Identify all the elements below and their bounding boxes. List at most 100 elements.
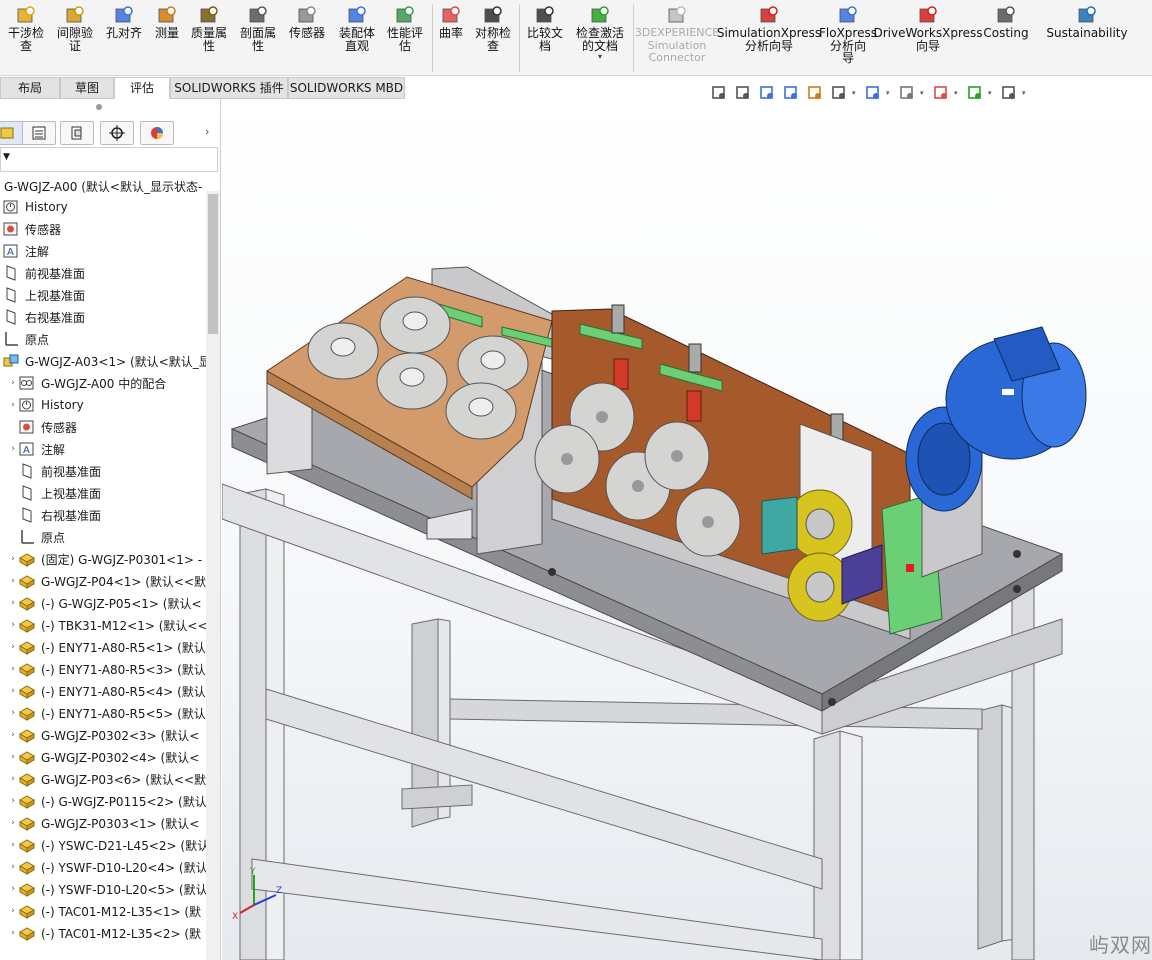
expand-arrow-icon[interactable]: ›	[8, 906, 18, 916]
tree-item[interactable]: › (-) G-WGJZ-P05<1> (默认<	[0, 592, 206, 614]
ribbon-button-costing[interactable]: Costing	[961, 4, 1051, 72]
ribbon-button-driveworksxpress[interactable]: DriveWorksXpress 向导	[873, 4, 983, 72]
expand-arrow-icon[interactable]: ›	[8, 576, 18, 586]
tree-item-label: G-WGJZ-P03<6> (默认<<默	[41, 772, 206, 787]
tree-item[interactable]: › History	[0, 394, 206, 416]
tree-item[interactable]: › (-) ENY71-A80-R5<4> (默认	[0, 680, 206, 702]
chevron-down-icon[interactable]: ▾	[954, 89, 962, 97]
chevron-down-icon[interactable]: ▾	[598, 52, 602, 62]
origin-icon	[18, 528, 36, 546]
tab-3[interactable]: SOLIDWORKS 插件	[170, 77, 288, 99]
tree-item[interactable]: 传感器	[0, 218, 206, 240]
tree-item[interactable]: 传感器	[0, 416, 206, 438]
model-3d-view[interactable]	[222, 99, 1152, 960]
dimxpert-manager-tab[interactable]	[100, 121, 134, 145]
appearance-ball-icon	[151, 127, 163, 139]
expand-arrow-icon[interactable]: ›	[8, 796, 18, 806]
chevron-down-icon[interactable]: ▾	[886, 89, 894, 97]
tree-item[interactable]: 上视基准面	[0, 482, 206, 504]
expand-arrow-icon[interactable]: ›	[8, 598, 18, 608]
tree-item[interactable]: › (固定) G-WGJZ-P0301<1> -	[0, 548, 206, 570]
tab-2[interactable]: 评估	[114, 77, 170, 99]
expand-arrow-icon[interactable]: ›	[8, 444, 18, 454]
tree-item[interactable]: A 注解	[0, 240, 206, 262]
expand-arrow-icon[interactable]: ›	[8, 884, 18, 894]
expand-arrow-icon[interactable]: ›	[8, 840, 18, 850]
tree-item[interactable]: › (-) YSWF-D10-L20<4> (默认	[0, 856, 206, 878]
tree-filter-box[interactable]: ▼	[0, 147, 218, 172]
expand-arrow-icon[interactable]: ›	[8, 554, 18, 564]
tree-item[interactable]: › (-) TAC01-M12-L35<2> (默	[0, 922, 206, 944]
tab-1[interactable]: 草图	[60, 77, 114, 99]
tree-item-label: History	[25, 200, 68, 214]
panel-grip-handle[interactable]	[96, 104, 102, 110]
part-icon	[18, 748, 36, 766]
expand-arrow-icon[interactable]: ›	[8, 774, 18, 784]
expand-arrow[interactable]: ›	[205, 125, 209, 138]
property-manager-tab[interactable]	[22, 121, 56, 145]
tree-item[interactable]: 上视基准面	[0, 284, 206, 306]
expand-arrow-icon[interactable]: ›	[8, 378, 18, 388]
tree-item[interactable]: › G-WGJZ-P0302<4> (默认<	[0, 746, 206, 768]
ribbon-button-sustainability[interactable]: Sustainability	[1042, 4, 1132, 72]
expand-arrow-icon[interactable]: ›	[8, 400, 18, 410]
tree-item[interactable]: › G-WGJZ-P0302<3> (默认<	[0, 724, 206, 746]
feature-manager-tab[interactable]	[0, 121, 24, 145]
tree-item[interactable]: › (-) YSWC-D21-L45<2> (默认	[0, 834, 206, 856]
chevron-down-icon[interactable]: ▾	[852, 89, 860, 97]
tab-0[interactable]: 布局	[0, 77, 60, 99]
expand-arrow-icon[interactable]: ›	[8, 862, 18, 872]
feature-tree: History 传感器 A 注解 前视基准面 上视基准面 右视基准面 原点 G-WGJZ-A03…	[0, 196, 206, 960]
expand-arrow-icon[interactable]: ›	[8, 752, 18, 762]
tree-item[interactable]: G-WGJZ-A03<1> (默认<默认_显	[0, 350, 206, 372]
tree-scrollbar[interactable]	[206, 191, 220, 960]
configuration-icon	[71, 126, 82, 140]
tree-item[interactable]: 原点	[0, 328, 206, 350]
expand-arrow-icon[interactable]: ›	[8, 928, 18, 938]
tree-item[interactable]: › G-WGJZ-A00 中的配合	[0, 372, 206, 394]
tree-item[interactable]: › (-) G-WGJZ-P0115<2> (默认	[0, 790, 206, 812]
expand-arrow-icon[interactable]: ›	[8, 620, 18, 630]
expand-arrow-icon[interactable]: ›	[8, 664, 18, 674]
display-manager-tab[interactable]	[140, 121, 174, 145]
svg-text:A: A	[23, 445, 30, 456]
tree-item[interactable]: › (-) YSWF-D10-L20<5> (默认	[0, 878, 206, 900]
tree-item[interactable]: › (-) TAC01-M12-L35<1> (默	[0, 900, 206, 922]
tree-item-label: (-) TAC01-M12-L35<2> (默	[41, 926, 202, 941]
part-icon	[18, 704, 36, 722]
chevron-down-icon[interactable]: ▾	[1022, 89, 1030, 97]
expand-arrow-icon[interactable]: ›	[8, 686, 18, 696]
expand-arrow-icon[interactable]: ›	[8, 642, 18, 652]
tree-item[interactable]: › G-WGJZ-P03<6> (默认<<默	[0, 768, 206, 790]
graphics-area[interactable]: Y X Z 屿双网	[222, 99, 1152, 960]
manager-tabs	[0, 119, 220, 147]
tree-item[interactable]: 右视基准面	[0, 504, 206, 526]
scrollbar-thumb[interactable]	[208, 194, 218, 334]
tree-item[interactable]: 原点	[0, 526, 206, 548]
tree-item[interactable]: › (-) ENY71-A80-R5<3> (默认	[0, 658, 206, 680]
tree-item-label: 前视基准面	[25, 266, 86, 281]
tree-item[interactable]: History	[0, 196, 206, 218]
expand-arrow-icon[interactable]: ›	[8, 708, 18, 718]
tree-item[interactable]: › (-) TBK31-M12<1> (默认<<	[0, 614, 206, 636]
chevron-down-icon[interactable]: ▾	[988, 89, 996, 97]
chevron-down-icon[interactable]: ▾	[920, 89, 928, 97]
tree-item[interactable]: › G-WGJZ-P0303<1> (默认<	[0, 812, 206, 834]
tree-root-assembly[interactable]: G-WGJZ-A00 (默认<默认_显示状态-	[4, 178, 218, 195]
tree-item[interactable]: › G-WGJZ-P04<1> (默认<<默	[0, 570, 206, 592]
configuration-manager-tab[interactable]	[60, 121, 94, 145]
part-icon	[18, 572, 36, 590]
tree-item-label: G-WGJZ-A03<1> (默认<默认_显	[25, 354, 206, 369]
triad-x-label: X	[232, 912, 238, 922]
tab-4[interactable]: SOLIDWORKS MBD	[288, 77, 405, 99]
tree-item[interactable]: 前视基准面	[0, 262, 206, 284]
expand-arrow-icon[interactable]: ›	[8, 818, 18, 828]
tree-item[interactable]: › (-) ENY71-A80-R5<1> (默认	[0, 636, 206, 658]
tree-item[interactable]: › (-) ENY71-A80-R5<5> (默认	[0, 702, 206, 724]
expand-arrow-icon[interactable]: ›	[8, 730, 18, 740]
tree-item[interactable]: 右视基准面	[0, 306, 206, 328]
tree-item[interactable]: › A 注解	[0, 438, 206, 460]
floxpress-icon	[839, 6, 857, 23]
ribbon-button-simulationxpress[interactable]: SimulationXpress 分析向导	[717, 4, 821, 72]
tree-item[interactable]: 前视基准面	[0, 460, 206, 482]
